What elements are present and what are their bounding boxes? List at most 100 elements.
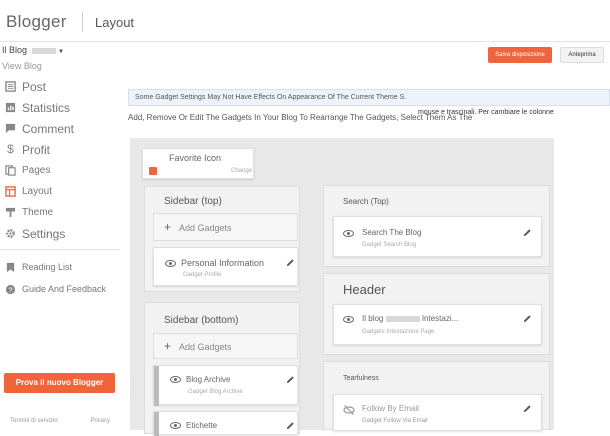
eye-off-icon[interactable] [343,404,355,416]
sidebar-item-profit[interactable]: $ Profit [0,139,122,160]
edit-pencil-icon[interactable] [286,421,295,430]
top-bar: Blogger Layout [0,0,610,42]
privacy-link[interactable]: Privacy [90,418,110,424]
sidebar-item-guide[interactable]: ? Guide And Feedback [0,278,122,300]
sidebar-item-label: Settings [22,226,66,241]
edit-pencil-icon[interactable] [286,375,295,384]
svg-text:?: ? [8,285,12,294]
edit-pencil-icon[interactable] [523,228,532,237]
gadget-type: Gadget Blog Archive [188,389,243,395]
plus-icon: + [164,220,172,234]
edit-pencil-icon[interactable] [523,314,532,323]
eye-icon[interactable] [170,376,181,383]
drag-handle[interactable] [154,412,159,436]
save-arrangement-button[interactable]: Salva disposizione [488,47,552,63]
terms-link[interactable]: Termini di servizio [10,418,58,424]
gadget-title: Etichette [186,421,218,430]
sidebar-item-theme[interactable]: Theme [0,202,122,223]
page-title: Layout [95,15,135,30]
layout-icon [5,186,16,197]
try-new-blogger-button[interactable]: Prova il nuovo Blogger [4,373,115,393]
eye-icon[interactable] [343,316,354,323]
sidebar-item-statistics[interactable]: Statistics [0,97,122,118]
gadget-title: Il blog Intestazi... [362,314,458,323]
gadget-title-part: Il blog [362,314,384,323]
blurred-blog-name [31,47,56,54]
sidebar-item-label: Post [22,79,47,94]
header-section: Header Il blog Intestazi... Gadgets Inte… [323,273,550,355]
gadget-follow-by-email[interactable]: Follow By Email Gadget Follow Via Email [333,394,542,431]
sidebar-item-settings[interactable]: Settings [0,223,122,244]
add-gadget-button[interactable]: + Add Gadgets [153,213,298,241]
favorite-icon-title: Favorite Icon [169,153,222,163]
gadget-header[interactable]: Il blog Intestazi... Gadgets Intestazion… [333,304,542,345]
gadget-etichette[interactable]: Etichette [153,411,298,436]
search-top-section: Search (Top) Search The Blog Gadget Sear… [323,185,550,267]
gadget-title: Blog Archive [186,375,231,384]
gadget-search-blog[interactable]: Search The Blog Gadget Search Blog [333,216,542,257]
blog-selector-label: Il Blog [2,45,28,55]
help-icon: ? [5,284,16,294]
tearfulness-title: Tearfulness [343,375,379,382]
info-banner: Some Gadget Settings May Not Have Effect… [128,89,610,106]
add-gadget-label: Add Gadgets [179,342,232,352]
sidebar-item-label: Comment [22,121,75,136]
layout-canvas: Favorite Icon Change Sidebar (top) + Add… [130,138,554,436]
statistics-icon [5,102,16,113]
dollar-icon: $ [7,142,14,156]
sidebar-item-label: Pages [22,165,51,176]
sidebar-top-section: Sidebar (top) + Add Gadgets Personal Inf… [144,186,300,292]
footer-links: Termini di servizio Privacy [10,418,110,424]
gadget-type: Gadget Follow Via Email [362,418,428,424]
post-icon [5,81,16,92]
eye-icon[interactable] [165,260,176,267]
sidebar-bottom-title: Sidebar (bottom) [164,315,239,326]
eye-icon[interactable] [343,230,354,237]
sidebar-bottom-section: Sidebar (bottom) + Add Gadgets Blog Arch… [144,302,300,436]
blogger-logo[interactable]: Blogger [6,12,67,32]
eye-icon[interactable] [170,422,181,429]
drag-handle[interactable] [154,366,159,406]
header-title: Header [343,282,386,297]
view-blog-link[interactable]: View Blog [2,61,42,71]
blog-selector[interactable]: Il Blog ▼ [2,45,64,55]
edit-pencil-icon[interactable] [286,258,295,267]
header-divider [82,12,83,32]
instructions-text-2: mouse e trascinali. Per cambiare le colo… [418,109,554,116]
sidebar-item-pages[interactable]: Pages [0,160,122,181]
gadget-title: Follow By Email [362,404,419,413]
sidebar-top-title: Sidebar (top) [164,196,222,207]
pages-icon [5,165,16,176]
preview-button[interactable]: Anteprima [560,47,604,63]
dropdown-arrow-icon: ▼ [58,49,64,55]
sidebar-item-layout[interactable]: Layout [0,181,122,202]
left-sidebar: Il Blog ▼ View Blog Post Statistics Comm… [0,42,122,430]
sidebar-item-post[interactable]: Post [0,76,122,97]
sidebar-item-label: Theme [22,207,54,218]
sidebar-item-label: Profit [22,142,51,157]
blogger-favicon-icon [149,167,157,175]
sidebar-item-comment[interactable]: Comment [0,118,122,139]
gadget-title: Search The Blog [362,228,422,237]
gadget-type: Gadget Profile [183,272,222,278]
blurred-blog-name [385,315,420,322]
sidebar-divider [0,249,120,250]
sidebar-item-reading-list[interactable]: Reading List [0,256,122,278]
bookmark-icon [6,262,15,272]
gadget-type: Gadgets Intestazione Page [362,329,435,335]
sidebar-item-label: Reading List [22,262,73,272]
gadget-personal-information[interactable]: Personal Information Gadget Profile [153,247,298,286]
sidebar-nav: Post Statistics Comment $ Profit Pages L… [0,76,122,300]
comment-icon [5,123,16,134]
sidebar-item-label: Guide And Feedback [22,284,107,294]
tearfulness-section: Tearfulness Follow By Email Gadget Follo… [323,361,550,431]
edit-pencil-icon[interactable] [523,404,532,413]
gadget-blog-archive[interactable]: Blog Archive Gadget Blog Archive [153,365,298,406]
sidebar-item-label: Statistics [22,100,71,115]
add-gadget-button[interactable]: + Add Gadgets [153,333,298,359]
gear-icon [6,229,15,238]
favorite-icon-change-link[interactable]: Change [231,168,252,174]
gadget-title: Personal Information [181,258,265,268]
plus-icon: + [164,339,172,353]
favorite-icon-gadget[interactable]: Favorite Icon Change [142,148,254,179]
